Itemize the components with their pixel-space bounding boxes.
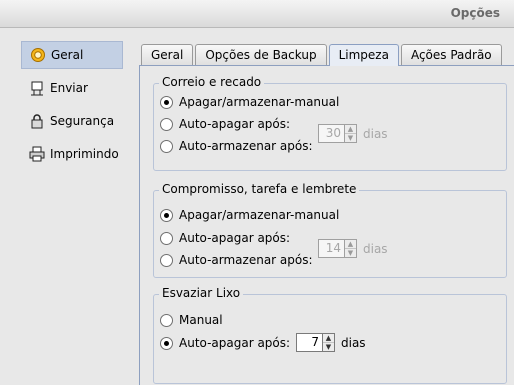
radio-button[interactable] [160,231,173,245]
spinner-down-icon[interactable]: ▼ [345,249,356,258]
days-input[interactable]: 7 [296,333,323,352]
sidebar-item-seguranca[interactable]: Segurança [21,107,123,135]
radio-apagar-armazenar-manual[interactable]: Apagar/armazenar-manual [160,93,339,111]
spinner-arrows[interactable]: ▲ ▼ [345,239,357,258]
send-icon [29,80,45,96]
group-compromisso-tarefa: Compromisso, tarefa e lembrete Apagar/ar… [153,182,507,278]
radio-label: Auto-armazenar após: [179,253,313,267]
limpeza-panel: Correio e recado Apagar/armazenar-manual… [139,65,514,385]
radio-auto-armazenar[interactable]: Auto-armazenar após: [160,251,313,269]
sidebar: Geral Enviar Segurança Imprimindo [21,41,123,173]
radio-manual[interactable]: Manual [160,311,223,329]
content-area: Geral Enviar Segurança Imprimindo Geral … [0,29,514,385]
radio-button[interactable] [160,336,173,350]
radio-auto-apagar[interactable]: Auto-apagar após: [160,115,290,133]
radio-auto-armazenar[interactable]: Auto-armazenar após: [160,137,313,155]
days-spinner[interactable]: 14 ▲ ▼ dias [318,239,388,258]
window-title: Opções [450,6,500,20]
sidebar-item-label: Imprimindo [50,147,119,161]
tab-geral[interactable]: Geral [141,44,194,66]
sidebar-item-label: Geral [51,48,84,62]
days-unit-label: dias [341,335,366,350]
radio-label: Auto-apagar após: [179,117,291,131]
group-esvaziar-lixo: Esvaziar Lixo Manual Auto-apagar após: 7… [153,286,507,384]
group-title: Compromisso, tarefa e lembrete [159,182,360,196]
gear-icon [30,47,46,63]
group-correio-recado: Correio e recado Apagar/armazenar-manual… [153,75,507,171]
days-input[interactable]: 30 [318,124,345,143]
sidebar-item-label: Segurança [50,114,115,128]
tab-limpeza[interactable]: Limpeza [328,44,399,66]
sidebar-item-enviar[interactable]: Enviar [21,74,123,102]
radio-button[interactable] [160,208,173,222]
spinner-arrows[interactable]: ▲ ▼ [345,124,357,143]
tab-opcoes-backup[interactable]: Opções de Backup [195,44,327,66]
radio-apagar-armazenar-manual[interactable]: Apagar/armazenar-manual [160,206,339,224]
spinner-up-icon[interactable]: ▲ [323,334,334,343]
sidebar-item-geral[interactable]: Geral [21,41,123,69]
days-spinner[interactable]: 30 ▲ ▼ dias [318,124,388,143]
spinner-up-icon[interactable]: ▲ [345,240,356,249]
days-spinner[interactable]: 7 ▲ ▼ dias [296,333,366,352]
spinner-down-icon[interactable]: ▼ [323,343,334,352]
days-input[interactable]: 14 [318,239,345,258]
radio-label: Apagar/armazenar-manual [179,95,340,109]
radio-button[interactable] [160,253,173,267]
radio-label: Apagar/armazenar-manual [179,208,340,222]
printer-icon [29,146,45,162]
radio-button[interactable] [160,117,173,131]
spinner-up-icon[interactable]: ▲ [345,125,356,134]
days-unit-label: dias [363,126,388,141]
radio-label: Auto-armazenar após: [179,139,313,153]
options-window: Opções Geral Enviar Segurança Imprimindo… [0,0,514,385]
spinner-down-icon[interactable]: ▼ [345,134,356,143]
radio-button[interactable] [160,95,173,109]
radio-label: Manual [179,313,223,327]
tab-bar: Geral Opções de Backup Limpeza Ações Pad… [141,44,504,66]
radio-auto-apagar[interactable]: Auto-apagar após: [160,229,290,247]
sidebar-item-imprimindo[interactable]: Imprimindo [21,140,123,168]
tab-acoes-padrao[interactable]: Ações Padrão [400,44,502,66]
radio-label: Auto-apagar após: [179,336,291,350]
lock-icon [29,113,45,129]
radio-button[interactable] [160,139,173,153]
spinner-arrows[interactable]: ▲ ▼ [323,333,335,352]
group-title: Esvaziar Lixo [159,286,244,300]
radio-button[interactable] [160,313,173,327]
days-unit-label: dias [363,241,388,256]
radio-label: Auto-apagar após: [179,231,291,245]
group-title: Correio e recado [159,75,265,89]
title-bar: Opções [0,0,514,28]
sidebar-item-label: Enviar [50,81,88,95]
radio-auto-apagar[interactable]: Auto-apagar após: [160,334,290,352]
